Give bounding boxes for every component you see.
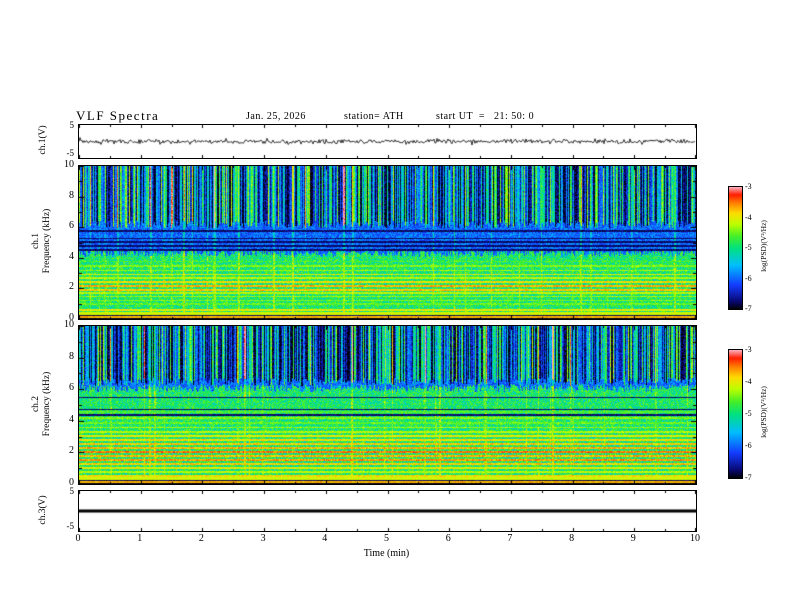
spec2-ytick-label: 8	[69, 350, 74, 362]
ch2-spectrogram-ylabel: ch.2 Frequency (kHz)	[31, 324, 53, 484]
spec2-ytick-label: 4	[69, 413, 74, 425]
x-tick-label: 6	[445, 533, 451, 544]
colorbar2-tick-label: -4	[745, 377, 752, 386]
spec2-ytick-label: 0	[69, 477, 74, 488]
colorbar2-tick-label: -7	[745, 473, 752, 482]
colorbar-2-canvas	[729, 350, 742, 478]
station-label: station= ATH	[344, 111, 404, 122]
spec2-ytick-label: 2	[69, 445, 74, 457]
spec1-ytick-label: 8	[69, 189, 74, 201]
vlf-spectra-figure: VLF Spectra Jan. 25, 2026 station= ATH s…	[0, 0, 792, 612]
spec1-ytick-label: 6	[69, 220, 74, 232]
spec2-ytick-label: 10	[64, 319, 74, 330]
ch3-waveform-canvas	[79, 491, 696, 531]
x-tick-label: 3	[260, 533, 266, 544]
x-tick-label: 0	[75, 533, 81, 544]
ch3-waveform-panel	[78, 490, 697, 532]
spec1-ytick-label: 10	[64, 159, 74, 170]
ch1-waveform-canvas	[79, 125, 696, 158]
spec2-ytick-label: 6	[69, 382, 74, 394]
x-tick-label: 10	[690, 533, 700, 544]
colorbar-2	[728, 349, 743, 479]
x-tick-label: 5	[384, 533, 389, 544]
ch1-waveform-panel	[78, 124, 697, 159]
start-ut-label: start UT = 21: 50: 0	[436, 111, 535, 122]
ch2-frequency-axis-label: Frequency (kHz)	[42, 371, 52, 437]
ch3-voltage-ytick-min: -5	[66, 521, 75, 531]
colorbar2-tick-label: -3	[745, 345, 752, 354]
ch1-spectrogram-panel	[78, 165, 697, 320]
colorbar-1	[728, 186, 743, 310]
time-axis-label: Time (min)	[363, 548, 410, 559]
x-tick-label: 8	[569, 533, 575, 544]
ch1-voltage-ytick-min: -5	[66, 148, 75, 158]
colorbar1-tick-label: -4	[745, 212, 752, 222]
ch1-voltage-ytick-max: 5	[69, 120, 75, 130]
x-tick-label: 2	[198, 533, 204, 544]
ch2-spectrogram-panel	[78, 325, 697, 485]
ch3-voltage-axis-label: ch.3(V)	[38, 495, 48, 525]
colorbar1-tick-label: -7	[745, 304, 752, 313]
x-tick-label: 9	[630, 533, 636, 544]
colorbar-1-canvas	[729, 187, 742, 309]
ch1-channel-label: ch.1	[31, 232, 41, 250]
ch2-channel-label: ch.2	[31, 395, 41, 413]
x-tick-label: 4	[322, 533, 328, 544]
ch1-spectrogram-canvas	[79, 166, 696, 319]
spec1-ytick-label: 2	[69, 281, 74, 293]
colorbar2-tick-label: -6	[745, 441, 752, 450]
ch1-spectrogram-ylabel: ch.1 Frequency (kHz)	[31, 161, 53, 321]
x-tick-label: 1	[137, 533, 143, 544]
date-label: Jan. 25, 2026	[246, 111, 306, 122]
x-tick-label: 7	[507, 533, 513, 544]
colorbar1-tick-label: -3	[745, 182, 752, 191]
ch2-spectrogram-canvas	[79, 326, 696, 484]
colorbar1-tick-label: -6	[745, 273, 752, 283]
spec1-ytick-label: 4	[69, 250, 74, 262]
colorbar1-tick-label: -5	[745, 243, 752, 252]
plot-title: VLF Spectra	[76, 108, 160, 123]
colorbar2-tick-label: -5	[745, 409, 752, 418]
ch1-frequency-axis-label: Frequency (kHz)	[42, 208, 52, 274]
